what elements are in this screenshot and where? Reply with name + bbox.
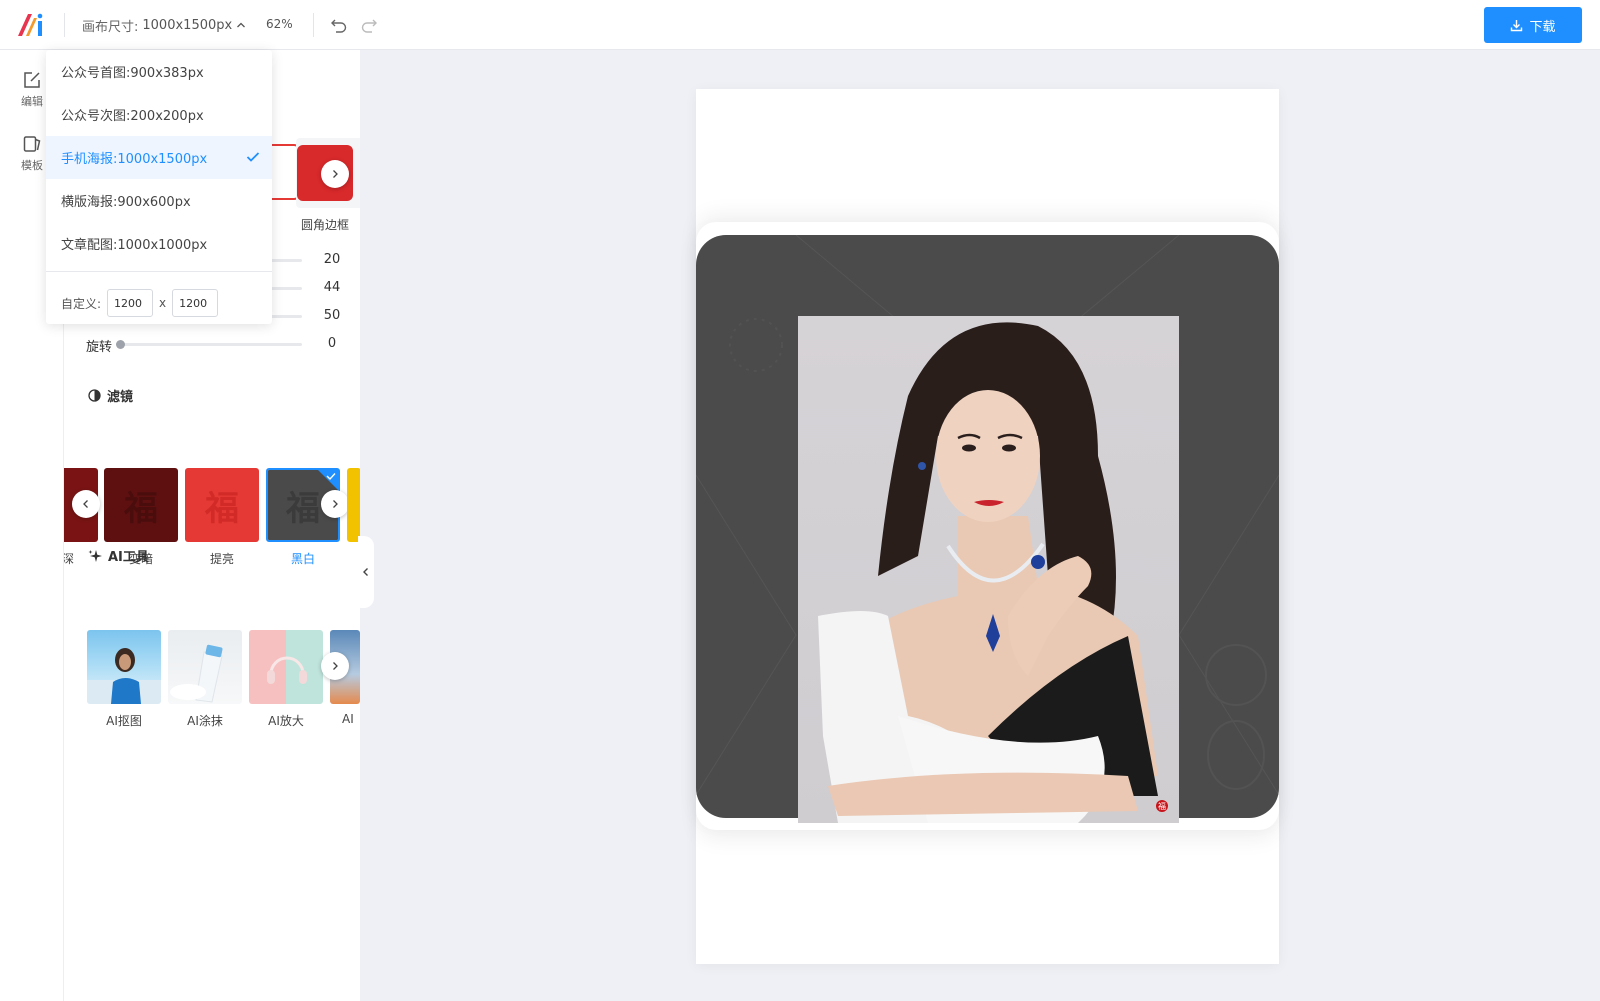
size-option[interactable]: 横版海报:900x600px <box>46 179 272 222</box>
undo-icon[interactable] <box>330 16 348 34</box>
filter-thumb[interactable]: 福 <box>185 468 259 542</box>
frames-next-button[interactable] <box>321 160 349 188</box>
toolbar-divider <box>313 13 314 37</box>
slider-value: 44 <box>323 280 341 295</box>
ai-tool-label: AI抠图 <box>106 714 142 728</box>
selected-check-icon <box>318 470 338 490</box>
ai-tools-title: AI工具 <box>88 546 149 565</box>
custom-height-input[interactable] <box>172 289 219 317</box>
canvas-size-label: 画布尺寸: <box>82 19 139 35</box>
chevron-right-icon <box>333 662 338 670</box>
slider-track[interactable] <box>116 340 302 349</box>
filters-title: 滤镜 <box>88 386 133 405</box>
custom-size-label: 自定义: <box>61 296 102 311</box>
canvas-size-dropdown: 公众号首图:900x383px 公众号次图:200x200px 手机海报:100… <box>46 50 272 324</box>
frame-label: 圆角边框 <box>301 218 350 232</box>
sparkle-icon <box>88 549 102 562</box>
filter-thumb[interactable]: 福 <box>104 468 178 542</box>
person-photo-icon <box>87 648 161 704</box>
ai-tool-label: AI <box>342 712 354 726</box>
canvas-size-value: 1000x1500px <box>142 17 233 33</box>
chevron-left-icon <box>83 500 88 508</box>
filters-next-button[interactable] <box>321 490 349 518</box>
edit-icon <box>24 72 40 88</box>
chevron-up-icon <box>237 22 246 28</box>
filters-prev-button[interactable] <box>72 490 100 518</box>
ai-tool-label: AI涂抹 <box>187 714 223 728</box>
top-toolbar: 画布尺寸: 1000x1500px 62% 下载 <box>0 0 1600 50</box>
download-label: 下载 <box>1529 18 1556 34</box>
size-option[interactable]: 公众号首图:900x383px <box>46 50 272 93</box>
app-logo[interactable] <box>16 12 46 38</box>
zoom-level[interactable]: 62% <box>266 17 293 31</box>
contrast-icon <box>88 389 101 402</box>
filter-label: 黑白 <box>290 552 315 566</box>
rail-item-label: 编辑 <box>21 95 43 108</box>
times-symbol: x <box>159 296 167 310</box>
ai-tool-label: AI放大 <box>268 714 304 728</box>
filter-label: 提亮 <box>209 552 234 566</box>
slider-value: 50 <box>323 308 341 323</box>
chevron-right-icon <box>333 500 338 508</box>
collapse-panel-button[interactable] <box>358 536 374 608</box>
portrait-illustration <box>798 316 1179 823</box>
portrait-photo[interactable] <box>798 316 1179 823</box>
canvas-size-selector[interactable]: 画布尺寸: 1000x1500px <box>82 16 246 35</box>
rail-item-label: 模板 <box>21 159 43 172</box>
slider-value: 20 <box>323 252 341 267</box>
download-button[interactable]: 下载 <box>1484 7 1582 43</box>
slider-value: 0 <box>327 336 337 351</box>
size-option[interactable]: 公众号次图:200x200px <box>46 93 272 136</box>
fu-character-icon: 福 <box>124 488 158 529</box>
filter-thumb-partial[interactable] <box>347 468 360 542</box>
dropdown-divider <box>46 271 272 272</box>
product-photo-icon <box>170 644 223 703</box>
chevron-left-icon <box>363 568 368 576</box>
redo-icon[interactable] <box>360 16 378 34</box>
slider-row: 旋转 0 <box>86 334 346 355</box>
headphones-photo-icon <box>267 656 307 684</box>
check-icon <box>246 152 260 162</box>
seal-stamp: 福 <box>1156 800 1168 812</box>
ai-tools-next-button[interactable] <box>321 652 349 680</box>
toolbar-divider <box>64 13 65 37</box>
download-icon <box>1511 19 1523 31</box>
size-option[interactable]: 文章配图:1000x1000px <box>46 222 272 265</box>
ai-tile-upscale[interactable] <box>249 630 323 704</box>
template-icon <box>23 136 41 152</box>
custom-width-input[interactable] <box>107 289 154 317</box>
fu-character-icon: 福 <box>205 488 239 529</box>
custom-size-row: 自定义: x <box>61 288 219 318</box>
slider-knob[interactable] <box>116 340 125 349</box>
size-option-selected[interactable]: 手机海报:1000x1500px <box>46 136 272 179</box>
filter-label: 深 <box>64 552 74 566</box>
chevron-right-icon <box>333 170 338 178</box>
rotate-label: 旋转 <box>86 340 113 355</box>
ai-tile-cutout[interactable] <box>87 630 161 704</box>
ai-tile-erase[interactable] <box>168 630 242 704</box>
